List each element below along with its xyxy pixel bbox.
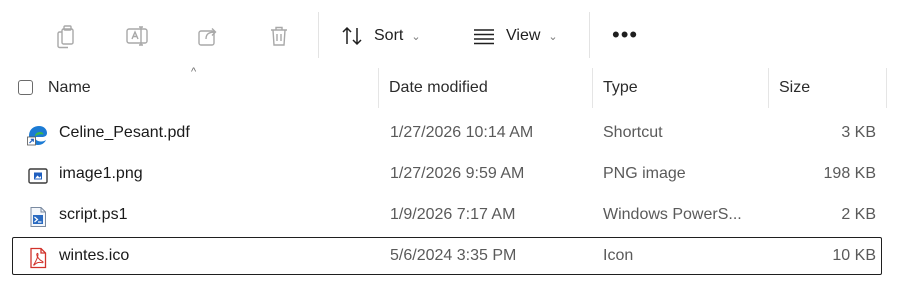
- file-row[interactable]: script.ps1 1/9/2026 7:17 AM Windows Powe…: [12, 196, 882, 234]
- view-button[interactable]: View ⌄: [472, 22, 558, 50]
- toolbar-divider: [589, 12, 590, 58]
- powershell-script-icon: [30, 207, 46, 227]
- more-options-button[interactable]: •••: [612, 24, 638, 46]
- toolbar-divider: [318, 12, 319, 58]
- file-size: 2 KB: [841, 206, 876, 223]
- share-icon[interactable]: [192, 20, 224, 52]
- sort-button[interactable]: Sort ⌄: [340, 22, 421, 50]
- file-size: 10 KB: [832, 247, 876, 264]
- command-bar: Sort ⌄ View ⌄ •••: [0, 0, 900, 68]
- file-type: Windows PowerS...: [603, 206, 742, 223]
- column-resize-handle[interactable]: [768, 68, 769, 108]
- column-resize-handle[interactable]: [886, 68, 887, 108]
- sort-label: Sort: [374, 27, 404, 44]
- pdf-ico-icon: [30, 247, 47, 269]
- delete-icon[interactable]: [263, 20, 295, 52]
- file-type: Icon: [603, 247, 634, 264]
- view-label: View: [506, 27, 541, 44]
- file-name: script.ps1: [59, 206, 128, 223]
- select-all-checkbox[interactable]: [18, 80, 33, 95]
- column-header-size-label: Size: [779, 79, 811, 96]
- file-date-modified: 1/27/2026 9:59 AM: [390, 165, 525, 182]
- chevron-down-icon: ⌄: [548, 30, 558, 43]
- file-size: 3 KB: [841, 124, 876, 141]
- view-icon: [474, 29, 494, 45]
- column-header-date[interactable]: Date modified: [389, 68, 488, 108]
- file-size: 198 KB: [823, 165, 876, 182]
- file-name: Celine_Pesant.pdf: [59, 124, 190, 141]
- column-resize-handle[interactable]: [378, 68, 379, 108]
- file-date-modified: 1/9/2026 7:17 AM: [390, 206, 516, 223]
- copy-icon[interactable]: [50, 20, 82, 52]
- column-header-name[interactable]: Name: [48, 68, 91, 108]
- png-image-icon: [28, 168, 48, 184]
- column-header-size[interactable]: Size: [779, 68, 810, 108]
- file-name: wintes.ico: [59, 247, 130, 264]
- column-header-type[interactable]: Type: [603, 68, 638, 108]
- file-type: Shortcut: [603, 124, 663, 141]
- column-header-type-label: Type: [603, 79, 638, 96]
- file-row[interactable]: image1.png 1/27/2026 9:59 AM PNG image 1…: [12, 155, 882, 193]
- file-name: image1.png: [59, 165, 143, 182]
- file-type: PNG image: [603, 165, 686, 182]
- file-date-modified: 1/27/2026 10:14 AM: [390, 124, 534, 141]
- column-header-row: Name Date modified Type Size: [0, 68, 900, 108]
- file-row[interactable]: Celine_Pesant.pdf 1/27/2026 10:14 AM Sho…: [12, 114, 882, 152]
- column-resize-handle[interactable]: [592, 68, 593, 108]
- chevron-down-icon: ⌄: [411, 30, 421, 43]
- rename-icon[interactable]: [121, 20, 153, 52]
- shortcut-edge-icon: [27, 126, 47, 146]
- file-row-selected[interactable]: wintes.ico 5/6/2024 3:35 PM Icon 10 KB: [12, 237, 882, 275]
- column-header-date-label: Date modified: [389, 79, 488, 96]
- column-header-name-label: Name: [48, 79, 91, 96]
- file-date-modified: 5/6/2024 3:35 PM: [390, 247, 517, 264]
- sort-icon: [342, 26, 362, 46]
- file-explorer-window: Sort ⌄ View ⌄ ••• ^ Name Date modified T…: [0, 0, 900, 305]
